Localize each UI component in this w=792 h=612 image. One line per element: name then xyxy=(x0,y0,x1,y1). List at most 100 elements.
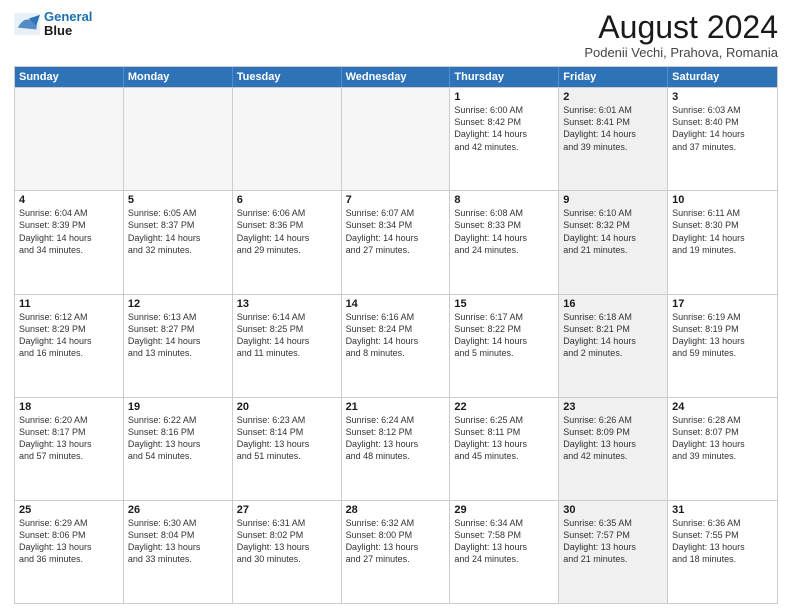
day-info: Sunrise: 6:11 AM Sunset: 8:30 PM Dayligh… xyxy=(672,207,773,256)
calendar-weekday-friday: Friday xyxy=(559,67,668,87)
calendar-cell: 27Sunrise: 6:31 AM Sunset: 8:02 PM Dayli… xyxy=(233,501,342,603)
day-number: 10 xyxy=(672,194,773,206)
day-info: Sunrise: 6:06 AM Sunset: 8:36 PM Dayligh… xyxy=(237,207,337,256)
day-number: 28 xyxy=(346,504,446,516)
day-info: Sunrise: 6:28 AM Sunset: 8:07 PM Dayligh… xyxy=(672,414,773,463)
calendar-cell: 25Sunrise: 6:29 AM Sunset: 8:06 PM Dayli… xyxy=(15,501,124,603)
calendar-cell: 11Sunrise: 6:12 AM Sunset: 8:29 PM Dayli… xyxy=(15,295,124,397)
calendar-cell: 8Sunrise: 6:08 AM Sunset: 8:33 PM Daylig… xyxy=(450,191,559,293)
day-number: 31 xyxy=(672,504,773,516)
day-number: 24 xyxy=(672,401,773,413)
day-number: 11 xyxy=(19,298,119,310)
day-info: Sunrise: 6:04 AM Sunset: 8:39 PM Dayligh… xyxy=(19,207,119,256)
day-info: Sunrise: 6:18 AM Sunset: 8:21 PM Dayligh… xyxy=(563,311,663,360)
calendar-cell: 30Sunrise: 6:35 AM Sunset: 7:57 PM Dayli… xyxy=(559,501,668,603)
day-info: Sunrise: 6:13 AM Sunset: 8:27 PM Dayligh… xyxy=(128,311,228,360)
day-number: 8 xyxy=(454,194,554,206)
header: General Blue August 2024 Podenii Vechi, … xyxy=(14,10,778,60)
calendar-cell: 12Sunrise: 6:13 AM Sunset: 8:27 PM Dayli… xyxy=(124,295,233,397)
day-number: 26 xyxy=(128,504,228,516)
calendar-cell: 14Sunrise: 6:16 AM Sunset: 8:24 PM Dayli… xyxy=(342,295,451,397)
calendar-cell: 24Sunrise: 6:28 AM Sunset: 8:07 PM Dayli… xyxy=(668,398,777,500)
calendar-cell: 9Sunrise: 6:10 AM Sunset: 8:32 PM Daylig… xyxy=(559,191,668,293)
day-info: Sunrise: 6:22 AM Sunset: 8:16 PM Dayligh… xyxy=(128,414,228,463)
calendar-cell xyxy=(15,88,124,190)
day-number: 29 xyxy=(454,504,554,516)
day-number: 13 xyxy=(237,298,337,310)
day-info: Sunrise: 6:05 AM Sunset: 8:37 PM Dayligh… xyxy=(128,207,228,256)
calendar-cell: 23Sunrise: 6:26 AM Sunset: 8:09 PM Dayli… xyxy=(559,398,668,500)
calendar-row-4: 25Sunrise: 6:29 AM Sunset: 8:06 PM Dayli… xyxy=(15,500,777,603)
day-info: Sunrise: 6:16 AM Sunset: 8:24 PM Dayligh… xyxy=(346,311,446,360)
day-number: 16 xyxy=(563,298,663,310)
day-info: Sunrise: 6:26 AM Sunset: 8:09 PM Dayligh… xyxy=(563,414,663,463)
day-number: 22 xyxy=(454,401,554,413)
day-number: 20 xyxy=(237,401,337,413)
calendar-cell: 15Sunrise: 6:17 AM Sunset: 8:22 PM Dayli… xyxy=(450,295,559,397)
calendar-cell: 20Sunrise: 6:23 AM Sunset: 8:14 PM Dayli… xyxy=(233,398,342,500)
calendar-body: 1Sunrise: 6:00 AM Sunset: 8:42 PM Daylig… xyxy=(15,87,777,603)
day-number: 30 xyxy=(563,504,663,516)
calendar: SundayMondayTuesdayWednesdayThursdayFrid… xyxy=(14,66,778,604)
day-number: 23 xyxy=(563,401,663,413)
logo-icon xyxy=(14,13,42,35)
day-info: Sunrise: 6:29 AM Sunset: 8:06 PM Dayligh… xyxy=(19,517,119,566)
calendar-cell: 19Sunrise: 6:22 AM Sunset: 8:16 PM Dayli… xyxy=(124,398,233,500)
subtitle: Podenii Vechi, Prahova, Romania xyxy=(584,45,778,60)
day-info: Sunrise: 6:19 AM Sunset: 8:19 PM Dayligh… xyxy=(672,311,773,360)
day-info: Sunrise: 6:31 AM Sunset: 8:02 PM Dayligh… xyxy=(237,517,337,566)
day-info: Sunrise: 6:00 AM Sunset: 8:42 PM Dayligh… xyxy=(454,104,554,153)
day-info: Sunrise: 6:23 AM Sunset: 8:14 PM Dayligh… xyxy=(237,414,337,463)
calendar-cell: 7Sunrise: 6:07 AM Sunset: 8:34 PM Daylig… xyxy=(342,191,451,293)
day-number: 17 xyxy=(672,298,773,310)
calendar-row-2: 11Sunrise: 6:12 AM Sunset: 8:29 PM Dayli… xyxy=(15,294,777,397)
calendar-cell: 16Sunrise: 6:18 AM Sunset: 8:21 PM Dayli… xyxy=(559,295,668,397)
day-number: 9 xyxy=(563,194,663,206)
day-number: 4 xyxy=(19,194,119,206)
calendar-cell: 21Sunrise: 6:24 AM Sunset: 8:12 PM Dayli… xyxy=(342,398,451,500)
calendar-row-0: 1Sunrise: 6:00 AM Sunset: 8:42 PM Daylig… xyxy=(15,87,777,190)
day-info: Sunrise: 6:03 AM Sunset: 8:40 PM Dayligh… xyxy=(672,104,773,153)
page: General Blue August 2024 Podenii Vechi, … xyxy=(0,0,792,612)
day-info: Sunrise: 6:14 AM Sunset: 8:25 PM Dayligh… xyxy=(237,311,337,360)
calendar-cell: 29Sunrise: 6:34 AM Sunset: 7:58 PM Dayli… xyxy=(450,501,559,603)
calendar-cell: 3Sunrise: 6:03 AM Sunset: 8:40 PM Daylig… xyxy=(668,88,777,190)
calendar-cell: 2Sunrise: 6:01 AM Sunset: 8:41 PM Daylig… xyxy=(559,88,668,190)
calendar-cell xyxy=(124,88,233,190)
day-number: 15 xyxy=(454,298,554,310)
calendar-weekday-tuesday: Tuesday xyxy=(233,67,342,87)
day-info: Sunrise: 6:36 AM Sunset: 7:55 PM Dayligh… xyxy=(672,517,773,566)
calendar-cell: 1Sunrise: 6:00 AM Sunset: 8:42 PM Daylig… xyxy=(450,88,559,190)
day-number: 1 xyxy=(454,91,554,103)
day-info: Sunrise: 6:07 AM Sunset: 8:34 PM Dayligh… xyxy=(346,207,446,256)
day-number: 19 xyxy=(128,401,228,413)
day-info: Sunrise: 6:35 AM Sunset: 7:57 PM Dayligh… xyxy=(563,517,663,566)
calendar-cell: 17Sunrise: 6:19 AM Sunset: 8:19 PM Dayli… xyxy=(668,295,777,397)
calendar-weekday-sunday: Sunday xyxy=(15,67,124,87)
day-number: 14 xyxy=(346,298,446,310)
day-number: 25 xyxy=(19,504,119,516)
calendar-cell: 4Sunrise: 6:04 AM Sunset: 8:39 PM Daylig… xyxy=(15,191,124,293)
calendar-cell: 26Sunrise: 6:30 AM Sunset: 8:04 PM Dayli… xyxy=(124,501,233,603)
day-info: Sunrise: 6:24 AM Sunset: 8:12 PM Dayligh… xyxy=(346,414,446,463)
calendar-weekday-monday: Monday xyxy=(124,67,233,87)
calendar-row-3: 18Sunrise: 6:20 AM Sunset: 8:17 PM Dayli… xyxy=(15,397,777,500)
day-info: Sunrise: 6:32 AM Sunset: 8:00 PM Dayligh… xyxy=(346,517,446,566)
day-number: 21 xyxy=(346,401,446,413)
calendar-cell: 10Sunrise: 6:11 AM Sunset: 8:30 PM Dayli… xyxy=(668,191,777,293)
calendar-weekday-wednesday: Wednesday xyxy=(342,67,451,87)
day-number: 27 xyxy=(237,504,337,516)
day-info: Sunrise: 6:34 AM Sunset: 7:58 PM Dayligh… xyxy=(454,517,554,566)
day-number: 6 xyxy=(237,194,337,206)
calendar-cell: 28Sunrise: 6:32 AM Sunset: 8:00 PM Dayli… xyxy=(342,501,451,603)
day-number: 7 xyxy=(346,194,446,206)
calendar-cell: 18Sunrise: 6:20 AM Sunset: 8:17 PM Dayli… xyxy=(15,398,124,500)
day-number: 12 xyxy=(128,298,228,310)
calendar-cell xyxy=(233,88,342,190)
day-info: Sunrise: 6:01 AM Sunset: 8:41 PM Dayligh… xyxy=(563,104,663,153)
calendar-weekday-thursday: Thursday xyxy=(450,67,559,87)
calendar-cell: 31Sunrise: 6:36 AM Sunset: 7:55 PM Dayli… xyxy=(668,501,777,603)
calendar-weekday-saturday: Saturday xyxy=(668,67,777,87)
day-number: 18 xyxy=(19,401,119,413)
day-number: 3 xyxy=(672,91,773,103)
